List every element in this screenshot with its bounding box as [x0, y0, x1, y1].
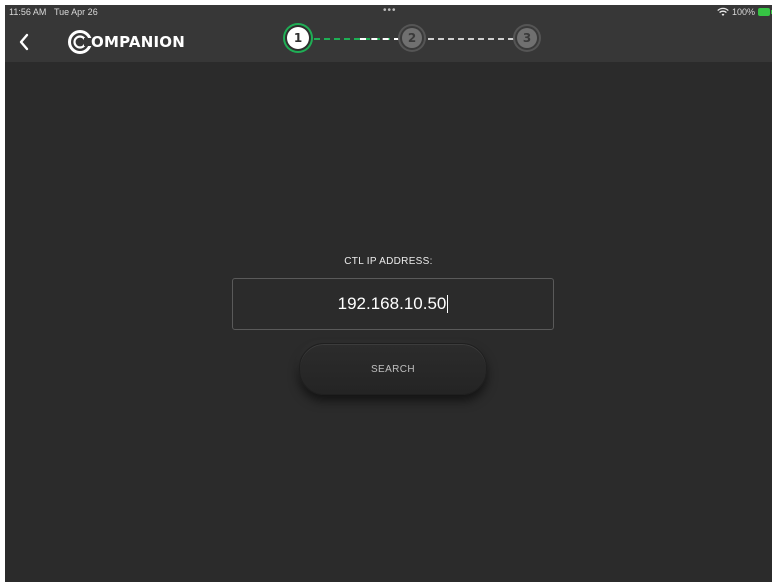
search-button[interactable]: SEARCH — [299, 343, 487, 395]
step-connector-1-remaining — [360, 38, 400, 40]
step-1-indicator: 1 — [287, 27, 309, 49]
ip-address-value: 192.168.10.50 — [337, 294, 447, 313]
ip-address-input[interactable]: 192.168.10.50 — [232, 278, 554, 330]
step-2-indicator: 2 — [402, 28, 422, 48]
step-3-indicator: 3 — [517, 28, 537, 48]
progress-stepper: 1 2 3 — [5, 5, 772, 62]
step-connector-2 — [428, 38, 514, 40]
top-bar: 11:56 AM Tue Apr 26 ••• 100% OMPANION 1 … — [5, 5, 772, 62]
app-window: 11:56 AM Tue Apr 26 ••• 100% OMPANION 1 … — [5, 5, 772, 582]
text-caret — [447, 295, 449, 313]
ip-address-label: CTL IP ADDRESS: — [344, 256, 433, 267]
